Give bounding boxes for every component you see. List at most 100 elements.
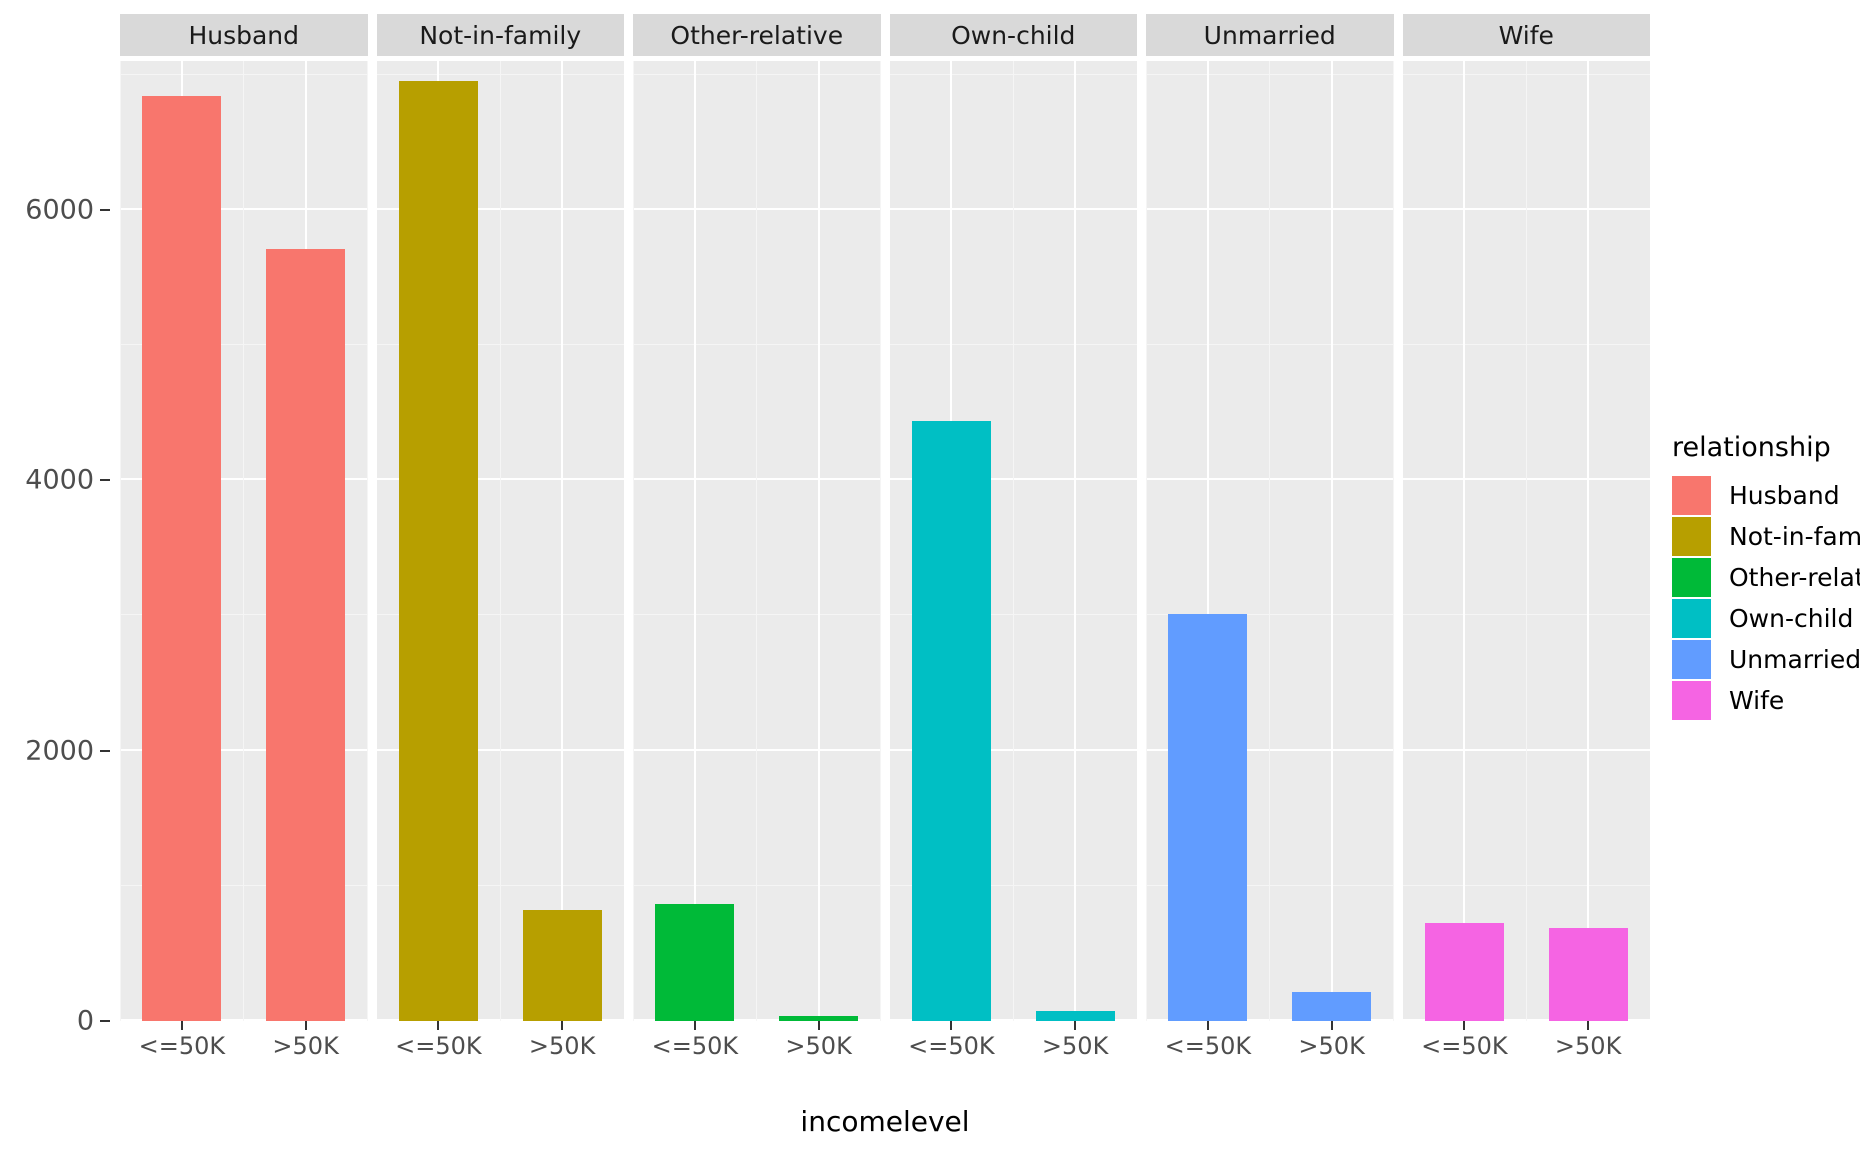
y-tick-mark bbox=[100, 479, 110, 482]
legend-item-label: Unmarried bbox=[1729, 645, 1860, 674]
bar-series bbox=[890, 61, 1138, 1021]
legend-swatch-icon bbox=[1672, 517, 1711, 556]
panel-wrap: <=50K >50K bbox=[1146, 56, 1394, 1094]
facet-husband: Husband <=50K >50K bbox=[120, 14, 368, 1094]
y-tick-label: 2000 bbox=[25, 735, 94, 767]
x-tick-mark bbox=[817, 1021, 820, 1030]
x-tick-mark bbox=[304, 1021, 307, 1030]
bar[interactable] bbox=[398, 81, 478, 1021]
bar[interactable] bbox=[911, 421, 991, 1021]
x-tick-label: >50K bbox=[272, 1032, 339, 1060]
x-axis-title: incomelevel bbox=[800, 1105, 970, 1138]
x-axis: <=50K >50K bbox=[120, 1021, 368, 1094]
x-tick-label: >50K bbox=[528, 1032, 596, 1060]
facet-strip-label: Wife bbox=[1402, 14, 1650, 56]
bar-series bbox=[1403, 61, 1651, 1021]
bar-series bbox=[377, 61, 625, 1021]
x-tick-mark bbox=[1074, 1021, 1077, 1030]
x-tick-label: >50K bbox=[1041, 1032, 1109, 1060]
panel bbox=[1402, 61, 1651, 1021]
legend-swatch-icon bbox=[1672, 476, 1711, 515]
legend-item-other-relative[interactable]: Other-relative bbox=[1672, 557, 1860, 598]
legend-swatch-icon bbox=[1672, 558, 1711, 597]
y-tick-mark bbox=[100, 208, 110, 211]
legend-item-wife[interactable]: Wife bbox=[1672, 680, 1860, 721]
facet-strip-label: Other-relative bbox=[633, 14, 881, 56]
x-tick-mark bbox=[950, 1021, 953, 1030]
bar[interactable] bbox=[655, 904, 735, 1021]
legend-item-label: Own-child bbox=[1729, 604, 1854, 633]
x-tick-mark bbox=[1206, 1021, 1209, 1030]
x-tick-mark bbox=[437, 1021, 440, 1030]
bar[interactable] bbox=[1168, 614, 1248, 1021]
facet-strip-label: Not-in-family bbox=[376, 14, 624, 56]
bar[interactable] bbox=[1424, 923, 1504, 1021]
panel-wrap: <=50K >50K bbox=[889, 56, 1138, 1094]
legend-swatch-icon bbox=[1672, 640, 1711, 679]
panel bbox=[633, 61, 881, 1021]
facet-own-child: Own-child <=50K >50K bbox=[889, 14, 1138, 1094]
x-axis: <=50K >50K bbox=[1403, 1021, 1651, 1094]
x-axis: <=50K >50K bbox=[890, 1021, 1138, 1094]
legend-item-label: Not-in-family bbox=[1729, 522, 1860, 551]
facet-unmarried: Unmarried <=50K >50K bbox=[1146, 14, 1394, 1094]
x-axis: <=50K >50K bbox=[377, 1021, 625, 1094]
panel-wrap: <=50K >50K bbox=[633, 56, 881, 1094]
facet-strip-label: Husband bbox=[120, 14, 368, 56]
bar[interactable] bbox=[522, 910, 602, 1021]
y-tick-label: 6000 bbox=[25, 194, 94, 226]
bar-series bbox=[120, 61, 368, 1021]
bar[interactable] bbox=[1035, 1011, 1115, 1021]
x-tick-label: <=50K bbox=[1164, 1032, 1252, 1060]
legend-item-own-child[interactable]: Own-child bbox=[1672, 598, 1860, 639]
panel bbox=[120, 61, 368, 1021]
panel bbox=[376, 61, 625, 1021]
bar[interactable] bbox=[266, 248, 346, 1021]
panel bbox=[889, 61, 1138, 1021]
facet-strip-label: Unmarried bbox=[1146, 14, 1394, 56]
bar[interactable] bbox=[1292, 991, 1372, 1021]
facet-strip-label: Own-child bbox=[889, 14, 1137, 56]
plot-area: 0 2000 4000 6000 Husband <=50K >50K Not-in-fam… bbox=[0, 0, 1660, 1162]
x-tick-label: <=50K bbox=[651, 1032, 739, 1060]
facet-grid: Husband <=50K >50K Not-in-family <=50K >50K Ot… bbox=[120, 14, 1650, 1094]
facet-other-relative: Other-relative <=50K >50K bbox=[633, 14, 881, 1094]
bar[interactable] bbox=[142, 96, 222, 1021]
x-tick-mark bbox=[1587, 1021, 1590, 1030]
y-tick-label: 0 bbox=[76, 1005, 94, 1037]
x-tick-label: <=50K bbox=[395, 1032, 482, 1060]
panel-wrap: <=50K >50K bbox=[1402, 56, 1651, 1094]
bar[interactable] bbox=[1548, 928, 1628, 1021]
x-tick-mark bbox=[1330, 1021, 1333, 1030]
panel bbox=[1146, 61, 1394, 1021]
x-tick-label: <=50K bbox=[1421, 1032, 1508, 1060]
bar-series bbox=[1146, 61, 1394, 1021]
facet-wife: Wife <=50K >50K bbox=[1402, 14, 1651, 1094]
legend-swatch-icon bbox=[1672, 599, 1711, 638]
x-tick-mark bbox=[180, 1021, 183, 1030]
legend-item-label: Other-relative bbox=[1729, 563, 1860, 592]
panel-wrap: <=50K >50K bbox=[120, 56, 368, 1094]
x-axis: <=50K >50K bbox=[633, 1021, 881, 1094]
x-tick-label: >50K bbox=[1554, 1032, 1622, 1060]
x-tick-label: >50K bbox=[785, 1032, 852, 1060]
legend-swatch-icon bbox=[1672, 681, 1711, 720]
y-axis: 0 2000 4000 6000 bbox=[0, 0, 120, 1162]
legend-item-label: Wife bbox=[1729, 686, 1785, 715]
x-tick-label: >50K bbox=[1298, 1032, 1365, 1060]
x-tick-mark bbox=[561, 1021, 564, 1030]
x-tick-mark bbox=[693, 1021, 696, 1030]
y-tick-mark bbox=[100, 1020, 110, 1022]
legend-item-unmarried[interactable]: Unmarried bbox=[1672, 639, 1860, 680]
chart-root: 0 2000 4000 6000 Husband <=50K >50K Not-in-fam… bbox=[0, 0, 1860, 1162]
y-tick-mark bbox=[100, 749, 110, 752]
x-tick-label: <=50K bbox=[138, 1032, 226, 1060]
y-tick-label: 4000 bbox=[25, 464, 94, 496]
legend-items: Husband Not-in-family Other-relative Own-ch… bbox=[1672, 475, 1860, 721]
legend-item-not-in-family[interactable]: Not-in-family bbox=[1672, 516, 1860, 557]
panel-wrap: <=50K >50K bbox=[376, 56, 625, 1094]
legend-item-label: Husband bbox=[1729, 481, 1840, 510]
x-axis: <=50K >50K bbox=[1146, 1021, 1394, 1094]
legend-item-husband[interactable]: Husband bbox=[1672, 475, 1860, 516]
legend-title: relationship bbox=[1672, 432, 1831, 463]
